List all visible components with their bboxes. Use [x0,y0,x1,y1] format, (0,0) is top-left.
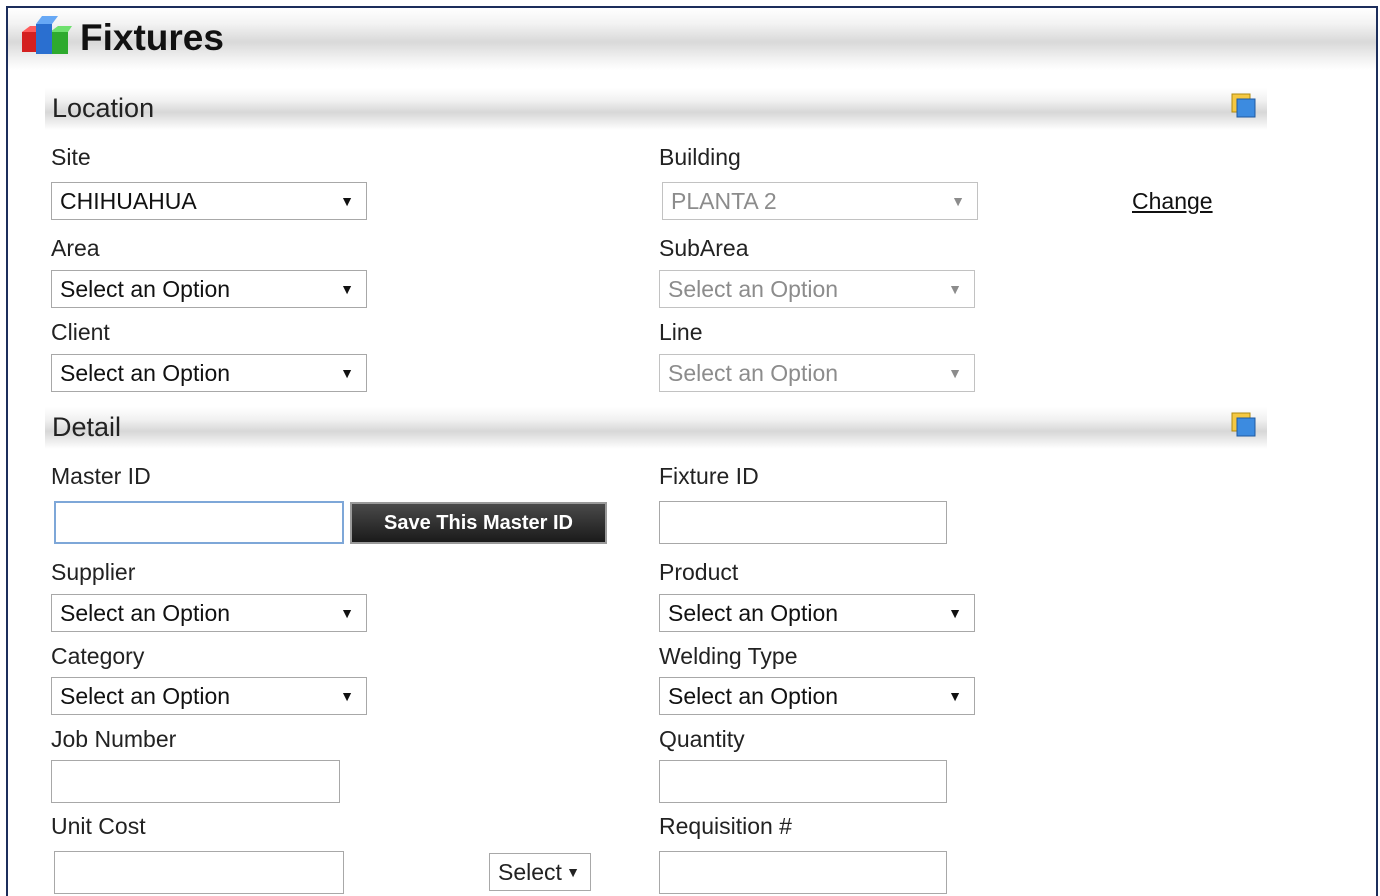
building-select: PLANTA 2 ▼ [662,182,978,220]
currency-select-value: Select [498,859,562,885]
area-select-value: Select an Option [60,276,231,302]
line-select: Select an Option ▼ [659,354,975,392]
dropdown-arrow-icon: ▼ [948,365,962,381]
fixture-id-label: Fixture ID [659,463,759,489]
dropdown-arrow-icon: ▼ [566,864,580,880]
quantity-label: Quantity [659,726,745,752]
category-label: Category [51,643,145,669]
area-label: Area [51,235,100,261]
product-select-value: Select an Option [668,600,839,626]
dropdown-arrow-icon: ▼ [340,193,354,209]
category-select[interactable]: Select an Option ▼ [51,677,367,715]
site-label: Site [51,144,91,170]
location-section-header [45,88,1267,130]
line-label: Line [659,319,703,345]
requisition-label: Requisition # [659,813,792,839]
client-label: Client [51,319,110,345]
subarea-select: Select an Option ▼ [659,270,975,308]
quantity-input[interactable] [659,760,947,803]
product-select[interactable]: Select an Option ▼ [659,594,975,632]
line-select-value: Select an Option [668,360,839,386]
welding-type-label: Welding Type [659,643,798,669]
detail-section-header [45,407,1267,449]
requisition-input[interactable] [659,851,947,894]
welding-type-select[interactable]: Select an Option ▼ [659,677,975,715]
area-select[interactable]: Select an Option ▼ [51,270,367,308]
unit-cost-input[interactable] [54,851,344,894]
master-id-label: Master ID [51,463,151,489]
welding-type-select-value: Select an Option [668,683,839,709]
fixture-id-input[interactable] [659,501,947,544]
currency-select[interactable]: Select ▼ [489,853,591,891]
client-select[interactable]: Select an Option ▼ [51,354,367,392]
building-label: Building [659,144,741,170]
dropdown-arrow-icon: ▼ [340,688,354,704]
save-master-id-button[interactable]: Save This Master ID [350,502,607,544]
dropdown-arrow-icon: ▼ [340,605,354,621]
page-title: Fixtures [80,17,224,58]
dropdown-arrow-icon: ▼ [948,281,962,297]
job-number-label: Job Number [51,726,177,752]
product-label: Product [659,559,739,585]
window-restore-icon[interactable] [1230,411,1258,439]
cubes-icon [22,16,72,54]
site-select-value: CHIHUAHUA [60,188,197,214]
category-select-value: Select an Option [60,683,231,709]
location-section-title: Location [52,93,155,123]
master-id-input[interactable] [54,501,344,544]
supplier-select[interactable]: Select an Option ▼ [51,594,367,632]
client-select-value: Select an Option [60,360,231,386]
subarea-select-value: Select an Option [668,276,839,302]
detail-section-title: Detail [52,412,122,442]
dropdown-arrow-icon: ▼ [340,365,354,381]
site-select[interactable]: CHIHUAHUA ▼ [51,182,367,220]
supplier-select-value: Select an Option [60,600,231,626]
dropdown-arrow-icon: ▼ [948,605,962,621]
job-number-input[interactable] [51,760,340,803]
window-restore-icon[interactable] [1230,92,1258,120]
building-select-value: PLANTA 2 [671,188,777,214]
unit-cost-label: Unit Cost [51,813,146,839]
dropdown-arrow-icon: ▼ [948,688,962,704]
dropdown-arrow-icon: ▼ [340,281,354,297]
supplier-label: Supplier [51,559,136,585]
subarea-label: SubArea [659,235,749,261]
change-link[interactable]: Change [1132,187,1213,215]
dropdown-arrow-icon: ▼ [951,193,965,209]
